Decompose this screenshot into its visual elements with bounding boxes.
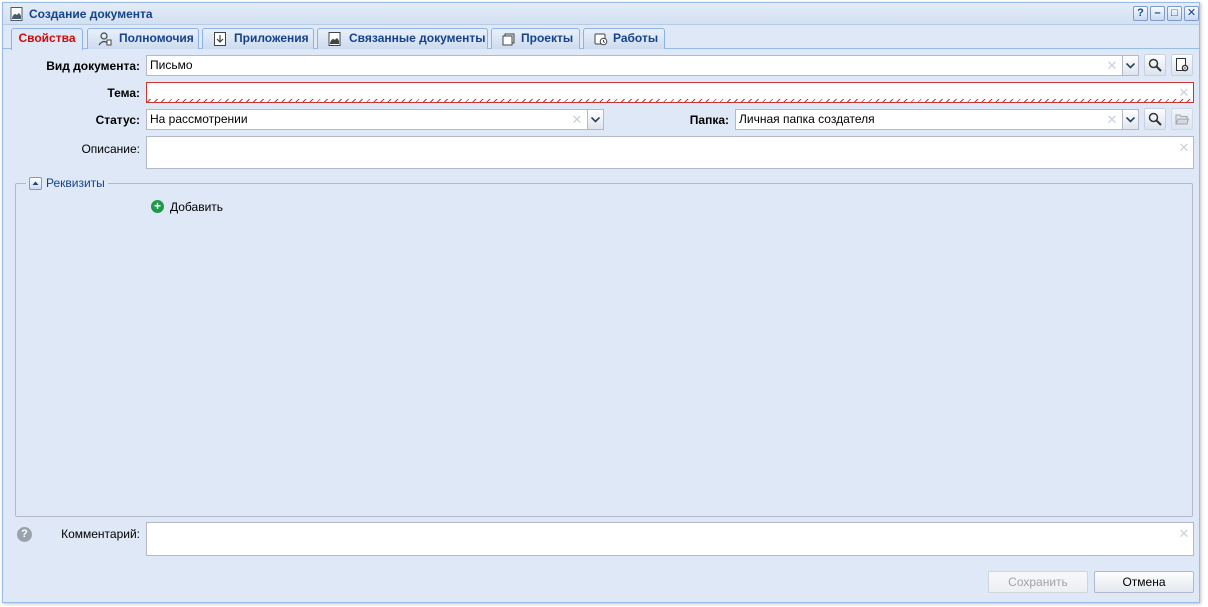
- chevron-down-icon: [1126, 117, 1135, 123]
- status-value: На рассмотрении: [150, 112, 248, 126]
- minimize-button[interactable]: –: [1150, 6, 1165, 21]
- tab-label: Работы: [613, 31, 659, 45]
- linked-documents-icon: [328, 32, 341, 46]
- tab-label: Свойства: [18, 31, 76, 45]
- clear-icon[interactable]: ✕: [1106, 57, 1118, 73]
- dropdown-trigger[interactable]: [1122, 55, 1139, 76]
- window-titlebar[interactable]: Создание документа ? – □ ✕: [3, 3, 1199, 25]
- folder-open-button[interactable]: [1171, 108, 1193, 130]
- chevron-down-icon: [591, 117, 600, 123]
- folder-search-button[interactable]: [1144, 108, 1166, 130]
- maximize-button[interactable]: □: [1167, 6, 1182, 21]
- clear-icon[interactable]: ✕: [571, 111, 583, 127]
- doc-type-label: Вид документа:: [46, 59, 140, 73]
- tab-linked-documents[interactable]: Связанные документы: [317, 28, 488, 49]
- subject-label: Тема:: [107, 86, 140, 100]
- projects-icon: [502, 33, 515, 46]
- comment-label: Комментарий:: [61, 527, 140, 541]
- requisites-fieldset: Реквизиты: [15, 176, 1193, 517]
- document-icon: [10, 7, 23, 21]
- add-requisite-label: Добавить: [170, 200, 224, 214]
- search-icon: [1148, 58, 1162, 72]
- clear-icon[interactable]: ✕: [1178, 84, 1190, 100]
- window-title: Создание документа: [29, 7, 153, 21]
- tab-strip: Свойства Полномочия Приложения Связанные…: [3, 25, 1199, 50]
- create-document-window: Создание документа ? – □ ✕ Свойства Полн…: [2, 2, 1200, 603]
- document-settings-icon: [1176, 58, 1189, 72]
- save-button[interactable]: Сохранить: [988, 571, 1088, 593]
- description-label: Описание:: [81, 142, 140, 156]
- doc-type-value: Письмо: [150, 58, 193, 72]
- close-button[interactable]: ✕: [1184, 6, 1199, 21]
- clear-icon[interactable]: ✕: [1178, 139, 1190, 155]
- folder-value: Личная папка создателя: [739, 112, 875, 126]
- tab-permissions[interactable]: Полномочия: [87, 28, 199, 49]
- folder-icon: [1175, 114, 1189, 125]
- doc-type-combo[interactable]: Письмо ✕: [146, 55, 1139, 76]
- clear-icon[interactable]: ✕: [1106, 111, 1118, 127]
- cancel-button[interactable]: Отмена: [1094, 571, 1194, 593]
- folder-combo[interactable]: Личная папка создателя ✕: [735, 109, 1139, 130]
- description-textarea[interactable]: ✕: [146, 136, 1194, 169]
- folder-label: Папка:: [689, 113, 729, 127]
- clear-icon[interactable]: ✕: [1178, 525, 1190, 541]
- dropdown-trigger[interactable]: [1122, 109, 1139, 130]
- doc-type-settings-button[interactable]: [1171, 54, 1193, 76]
- collapse-icon[interactable]: [29, 177, 42, 190]
- tab-projects[interactable]: Проекты: [491, 28, 580, 49]
- requisites-legend[interactable]: Реквизиты: [26, 176, 108, 192]
- comment-textarea[interactable]: ✕: [146, 522, 1194, 556]
- tab-attachments[interactable]: Приложения: [202, 28, 314, 49]
- status-label: Статус:: [95, 113, 140, 127]
- dropdown-trigger[interactable]: [587, 109, 604, 130]
- tab-label: Связанные документы: [349, 31, 486, 45]
- tab-label: Проекты: [521, 31, 574, 45]
- tab-label: Полномочия: [119, 31, 194, 45]
- tab-works[interactable]: Работы: [583, 28, 665, 49]
- help-button[interactable]: ?: [1133, 6, 1148, 21]
- doc-type-search-button[interactable]: [1144, 54, 1166, 76]
- tab-label: Приложения: [234, 31, 309, 45]
- chevron-down-icon: [1126, 63, 1135, 69]
- attachment-icon: [214, 32, 226, 46]
- tab-properties[interactable]: Свойства: [11, 28, 83, 50]
- search-icon: [1148, 112, 1162, 126]
- add-icon: +: [151, 200, 164, 213]
- status-combo[interactable]: На рассмотрении ✕: [146, 109, 604, 130]
- subject-input[interactable]: ✕: [146, 82, 1194, 103]
- works-icon: [594, 33, 608, 46]
- requisites-title: Реквизиты: [46, 176, 105, 190]
- user-permissions-icon: [98, 32, 112, 46]
